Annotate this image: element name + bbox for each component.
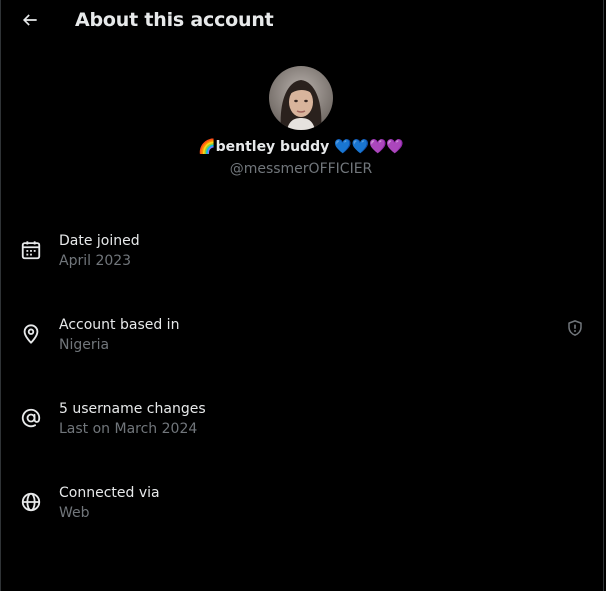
location-pin-icon	[23, 324, 39, 344]
detail-row-date-joined: Date joined April 2023	[1, 231, 601, 291]
shield-alert-icon	[568, 320, 582, 336]
detail-value: Last on March 2024	[59, 421, 198, 437]
detail-label: Connected via	[59, 485, 160, 501]
avatar[interactable]	[269, 66, 333, 130]
detail-row-connected-via: Connected via Web	[1, 483, 601, 543]
arrow-left-icon	[22, 14, 37, 26]
profile-display-name: 🌈bentley buddy 💙💙💜💜	[198, 139, 404, 155]
at-sign-icon	[21, 408, 41, 428]
calendar-icon	[21, 241, 41, 260]
page-title: About this account	[75, 9, 274, 31]
detail-value: Nigeria	[59, 337, 110, 353]
page-header: About this account	[1, 0, 606, 40]
detail-label: 5 username changes	[59, 401, 206, 417]
main-column: About this account 🌈bentley buddy 💙💙💜💜 @…	[0, 0, 604, 591]
detail-value: April 2023	[59, 253, 132, 269]
location-info-button[interactable]	[563, 316, 587, 340]
detail-value: Web	[59, 505, 90, 521]
detail-label: Account based in	[59, 317, 180, 333]
back-button[interactable]	[14, 4, 46, 36]
avatar-image	[269, 66, 333, 130]
globe-icon	[21, 492, 41, 512]
detail-row-account-based-in: Account based in Nigeria	[1, 315, 601, 375]
profile-handle: @messmerOFFICIER	[229, 161, 373, 177]
detail-row-username-changes: 5 username changes Last on March 2024	[1, 399, 601, 459]
detail-label: Date joined	[59, 233, 140, 249]
